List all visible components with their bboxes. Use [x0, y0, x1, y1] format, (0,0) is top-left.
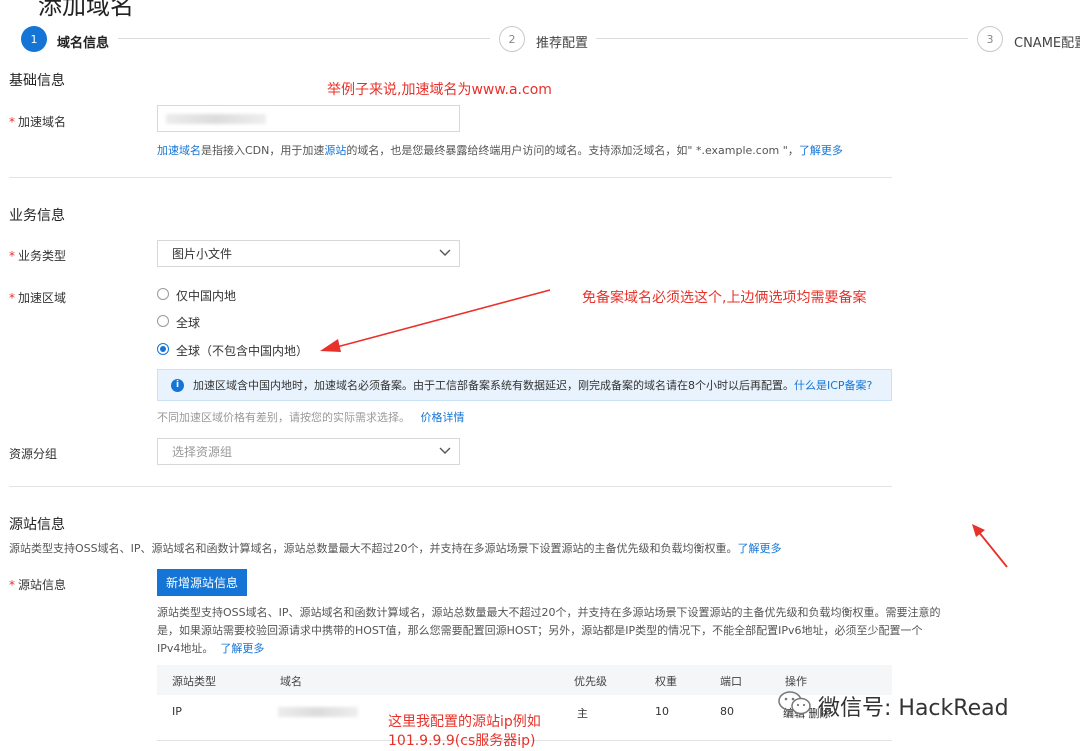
- watermark-text: 微信号: HackRead: [818, 696, 1009, 721]
- arrow-icon: [972, 524, 1008, 568]
- annotation-arrows: [320, 289, 1008, 568]
- wechat-icon: [777, 690, 813, 716]
- arrow-icon: [320, 289, 551, 352]
